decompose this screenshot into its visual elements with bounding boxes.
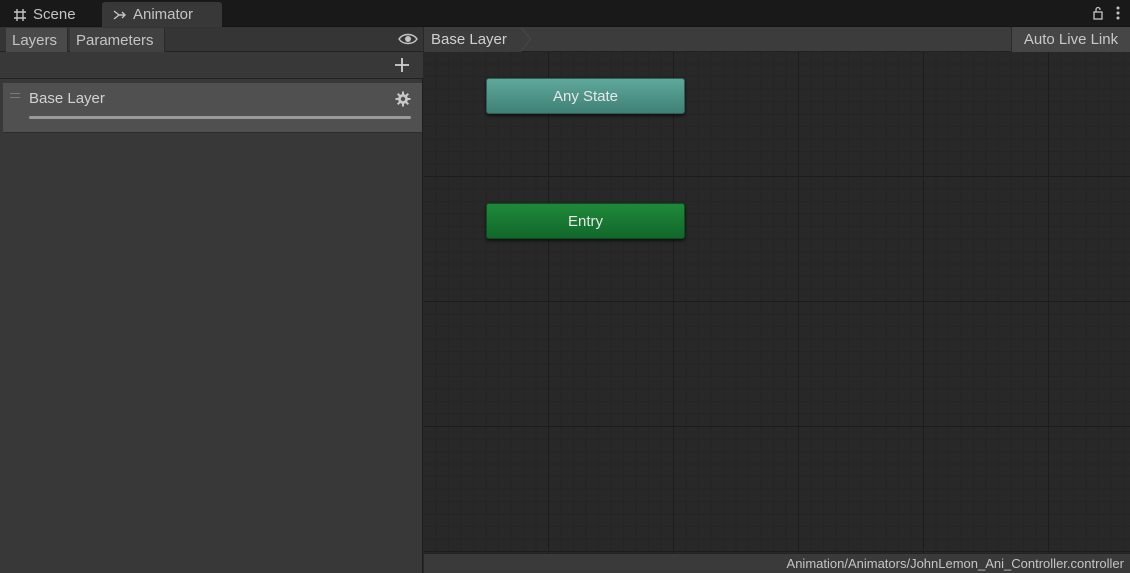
layers-toolbar bbox=[0, 52, 423, 79]
state-node-any-state[interactable]: Any State bbox=[486, 78, 685, 114]
tab-scene[interactable]: Scene bbox=[0, 2, 100, 27]
breadcrumb-arrow-fill bbox=[520, 27, 530, 52]
drag-handle-icon[interactable] bbox=[10, 93, 20, 98]
layer-item-base-layer[interactable]: Base Layer bbox=[3, 83, 422, 133]
tab-animator[interactable]: Animator bbox=[102, 2, 222, 27]
window-controls bbox=[1092, 4, 1120, 22]
layer-weight-slider[interactable] bbox=[29, 116, 411, 119]
layers-panel: Layers Parameters Base Layer bbox=[0, 27, 423, 573]
status-bar: Animation/Animators/JohnLemon_Ani_Contro… bbox=[424, 553, 1130, 573]
tab-layers[interactable]: Layers bbox=[6, 28, 68, 52]
asset-path: Animation/Animators/JohnLemon_Ani_Contro… bbox=[786, 556, 1124, 571]
plus-icon[interactable] bbox=[393, 56, 411, 74]
layer-name: Base Layer bbox=[29, 90, 105, 107]
kebab-menu-icon[interactable] bbox=[1116, 6, 1120, 20]
auto-live-link-button[interactable]: Auto Live Link bbox=[1011, 27, 1130, 52]
lock-icon[interactable] bbox=[1092, 6, 1104, 20]
breadcrumb-item-base-layer[interactable]: Base Layer bbox=[424, 27, 521, 52]
tab-animator-label: Animator bbox=[133, 6, 194, 23]
tab-parameters[interactable]: Parameters bbox=[70, 28, 165, 52]
animator-icon bbox=[112, 7, 128, 23]
state-node-entry[interactable]: Entry bbox=[486, 203, 685, 239]
breadcrumb: Base Layer Auto Live Link bbox=[424, 27, 1130, 52]
tab-scene-label: Scene bbox=[33, 6, 76, 23]
gear-icon[interactable] bbox=[395, 91, 411, 107]
grid-icon bbox=[12, 7, 28, 23]
panel-tab-bar: Layers Parameters bbox=[0, 27, 423, 52]
editor-tab-strip: Scene Animator bbox=[0, 0, 1130, 27]
eye-icon[interactable] bbox=[398, 31, 418, 47]
